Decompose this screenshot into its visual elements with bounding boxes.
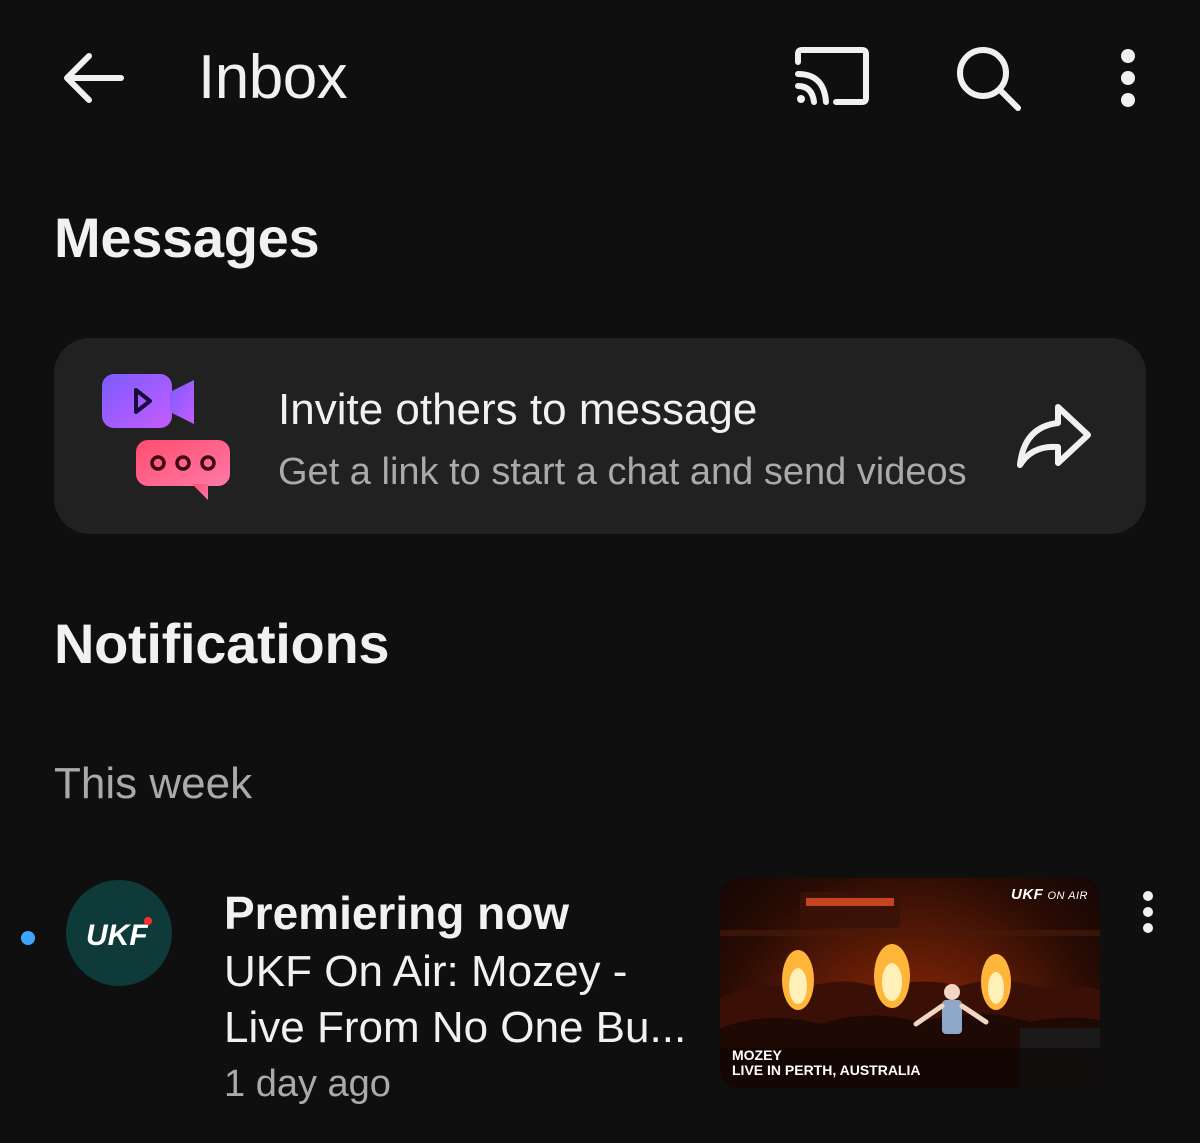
group-label-this-week: This week — [54, 759, 253, 808]
thumbnail-brand: UKF ON AIR — [1011, 886, 1088, 903]
invite-title: Invite others to message — [278, 385, 758, 434]
thumbnail-caption-line1: MOZEY — [732, 1047, 782, 1063]
invite-card[interactable]: Invite others to message Get a link to s… — [54, 338, 1146, 534]
notification-item[interactable]: UKF Premiering now UKF On Air: Mozey - L… — [0, 860, 1200, 1130]
inbox-screen: Inbox Messages Invite others to message … — [0, 0, 1200, 1143]
arrow-left-icon — [64, 53, 124, 103]
share-invite-button[interactable] — [1012, 394, 1096, 478]
thumbnail-caption: MOZEY LIVE IN PERTH, AUSTRALIA — [732, 1048, 921, 1078]
unread-indicator — [21, 931, 35, 945]
page-title: Inbox — [198, 43, 348, 112]
video-chat-icon — [100, 372, 232, 502]
channel-avatar-text: UKF — [86, 919, 148, 952]
notification-time: 1 day ago — [224, 1063, 391, 1105]
more-vert-icon — [1143, 891, 1153, 933]
more-options-button[interactable] — [1100, 38, 1156, 118]
messages-heading: Messages — [54, 206, 320, 269]
share-arrow-icon — [1017, 404, 1091, 468]
more-vert-icon — [1121, 49, 1135, 107]
notification-more-button[interactable] — [1124, 882, 1172, 942]
thumbnail-brand-main: UKF — [1011, 886, 1044, 903]
notification-headline: Premiering now — [224, 887, 570, 939]
channel-avatar[interactable]: UKF — [66, 880, 172, 986]
search-button[interactable] — [948, 38, 1028, 118]
thumbnail-caption-line2: LIVE IN PERTH, AUSTRALIA — [732, 1062, 921, 1078]
video-thumbnail[interactable]: UKF ON AIR MOZEY LIVE IN PERTH, AUSTRALI… — [720, 878, 1100, 1088]
top-app-bar: Inbox — [0, 0, 1200, 160]
cast-button[interactable] — [786, 38, 874, 114]
notification-text: Premiering now UKF On Air: Mozey - Live … — [224, 886, 704, 1110]
back-button[interactable] — [56, 42, 128, 114]
invite-subtitle: Get a link to start a chat and send vide… — [278, 451, 967, 493]
cast-icon — [795, 47, 869, 105]
search-icon — [957, 47, 1021, 111]
notifications-heading: Notifications — [54, 612, 390, 675]
thumbnail-brand-suffix: ON AIR — [1047, 890, 1088, 902]
notification-body-line1: UKF On Air: Mozey - — [224, 947, 628, 996]
notification-body-line2: Live From No One Bu... — [224, 1003, 687, 1052]
